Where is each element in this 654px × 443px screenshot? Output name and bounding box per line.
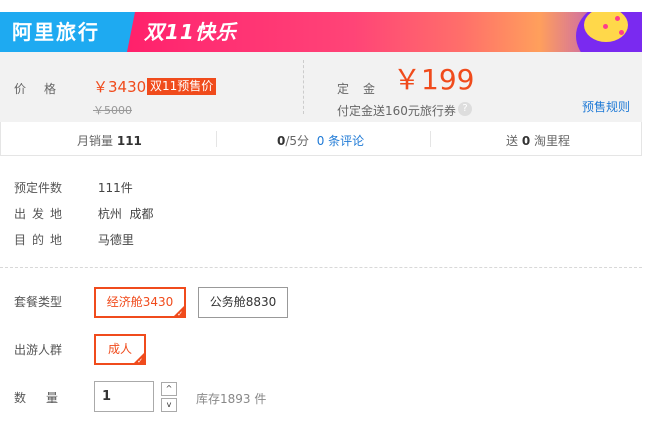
quantity-increase-button[interactable]: ^ xyxy=(161,382,177,396)
mileage-value: 0 xyxy=(521,134,531,148)
decorative-dot xyxy=(619,30,624,35)
package-option-label: 公务舱8830 xyxy=(209,295,277,309)
campaign-banner: 阿里旅行 双11快乐 xyxy=(0,12,642,52)
quantity-label: 数量 xyxy=(14,391,79,405)
package-option-economy[interactable]: 经济舱3430 ✓ xyxy=(94,287,186,318)
rating-suffix: /5分 xyxy=(285,134,310,148)
destination-value: 马德里 xyxy=(97,233,134,247)
monthly-sales: 月销量 111 xyxy=(77,132,142,149)
package-option-label: 经济舱3430 xyxy=(106,295,174,309)
quantity-input[interactable]: 1 xyxy=(94,381,154,412)
check-icon: ✓ xyxy=(137,357,143,365)
info-destination: 目的地 马德里 xyxy=(14,231,134,248)
quantity-decrease-button[interactable]: v xyxy=(161,398,177,412)
current-price: ￥3430 xyxy=(93,78,147,96)
divider xyxy=(303,60,304,114)
brand-logo-tip xyxy=(127,12,135,52)
booked-label: 预定件数 xyxy=(14,181,63,195)
check-icon: ✓ xyxy=(177,310,183,318)
info-departure: 出发地 杭州 成都 xyxy=(14,205,153,222)
mileage-gift: 送 0 淘里程 xyxy=(506,132,570,149)
deposit-value: ￥199 xyxy=(393,63,475,96)
decorative-dot xyxy=(603,24,608,29)
mileage-suffix: 淘里程 xyxy=(534,134,571,148)
reviews-link[interactable]: 0 条评论 xyxy=(317,134,364,148)
price-label: 价格 xyxy=(14,82,75,96)
package-option-business[interactable]: 公务舱8830 xyxy=(198,287,288,318)
section-divider xyxy=(0,267,642,268)
presale-tag: 双11预售价 xyxy=(147,78,217,95)
divider xyxy=(216,131,217,147)
stats-bar: 月销量 111 0/5分 0 条评论 送 0 淘里程 xyxy=(0,122,642,156)
campaign-title: 双11快乐 xyxy=(144,20,237,44)
original-price: ￥5000 xyxy=(93,104,132,117)
rating: 0/5分 0 条评论 xyxy=(277,132,364,149)
brand-logo: 阿里旅行 xyxy=(0,12,127,52)
mileage-prefix: 送 xyxy=(506,134,519,148)
divider xyxy=(430,131,431,147)
chevron-up-icon: ^ xyxy=(165,384,173,393)
deposit-label: 定金 xyxy=(337,82,390,96)
decorative-dot xyxy=(615,16,620,21)
chevron-down-icon: v xyxy=(166,400,172,409)
stock-text: 库存1893 件 xyxy=(196,392,267,406)
info-booked: 预定件数 111件 xyxy=(14,179,133,196)
departure-label: 出发地 xyxy=(14,207,69,221)
deposit-note: 付定金送160元旅行券 xyxy=(337,104,456,118)
departure-value: 杭州 成都 xyxy=(97,207,154,221)
price-panel: 价格 ￥3430 双11预售价 ￥5000 定金 ￥199 付定金送160元旅行… xyxy=(0,52,642,122)
booked-value: 111件 xyxy=(97,181,133,195)
presale-rules-link[interactable]: 预售规则 xyxy=(582,98,630,115)
monthly-sales-value: 111 xyxy=(116,134,142,148)
traveler-option-label: 成人 xyxy=(107,342,132,356)
traveler-type-label: 出游人群 xyxy=(14,343,63,357)
destination-label: 目的地 xyxy=(14,233,69,247)
package-type-label: 套餐类型 xyxy=(14,295,63,309)
help-icon[interactable]: ? xyxy=(458,102,472,116)
monthly-sales-label: 月销量 xyxy=(77,134,114,148)
traveler-option-adult[interactable]: 成人 ✓ xyxy=(94,334,146,365)
